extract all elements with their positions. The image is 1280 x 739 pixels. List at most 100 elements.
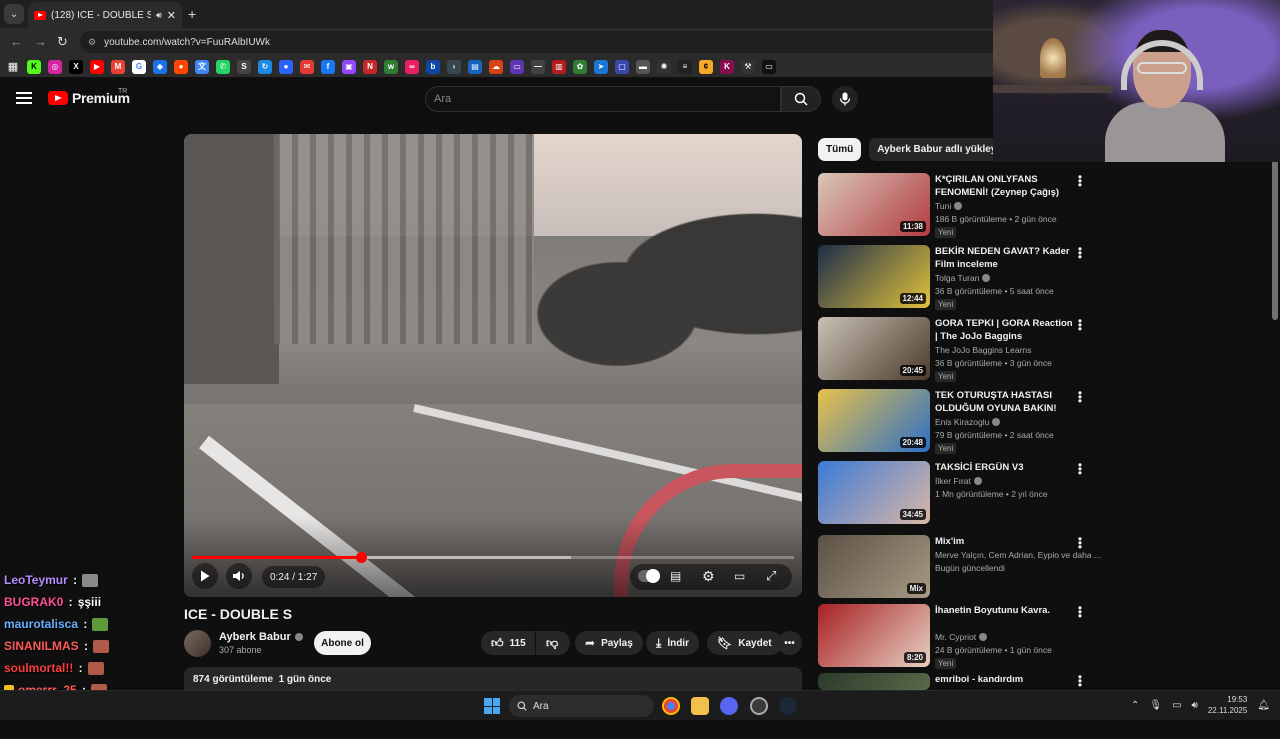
channel-avatar[interactable] [184, 630, 211, 657]
recommendation-thumbnail[interactable]: 12:44 [818, 245, 930, 308]
bookmark-drive-icon[interactable]: ◆ [153, 59, 167, 74]
recommendation-thumbnail[interactable]: 34:45 [818, 461, 930, 524]
more-vertical-icon[interactable]: • • • [1076, 459, 1084, 479]
search-input[interactable] [425, 86, 781, 112]
bookmark-link-icon[interactable]: ∞ [405, 59, 419, 74]
recommendation-title[interactable]: TAKSİCİ ERGÜN V3 [935, 461, 1077, 474]
bookmark-b-icon[interactable]: b [426, 59, 440, 74]
back-arrow-icon[interactable]: ← [10, 34, 23, 49]
download-button[interactable]: ⤓ İndir [646, 631, 699, 655]
recommendation-channel[interactable]: İlker Fırat [935, 476, 982, 486]
taskbar-clock[interactable]: 19:53 22.11.2025 [1208, 694, 1247, 716]
chip-all[interactable]: Tümü [818, 138, 862, 161]
url-field[interactable]: ⚙ youtube.com/watch?v=FuuRAlbIUWk [80, 31, 1000, 53]
bookmark-whatsapp-icon[interactable]: ✆ [216, 59, 230, 74]
fullscreen-icon[interactable]: ⤢ [766, 568, 776, 584]
settings-gear-icon[interactable]: ⚙ [702, 568, 715, 585]
tray-network-icon[interactable]: ▭ [1172, 700, 1181, 711]
video-player[interactable]: 0:24 / 1:27 ▤ ⚙ ▭ ⤢ [184, 134, 802, 597]
bookmark-facebook-icon[interactable]: f [321, 59, 335, 74]
new-tab-button[interactable]: + [188, 6, 196, 22]
recommendation-card[interactable]: 20:45 GORA TEPKI | GORA Reaction | The Jo… [818, 315, 1088, 383]
notification-bell-icon[interactable]: 🔔︎ [1257, 700, 1270, 711]
subtitles-icon[interactable]: ▤ [670, 569, 681, 583]
bookmark-circle-icon[interactable]: ● [279, 59, 293, 74]
recommendation-title[interactable]: K*ÇIRILAN ONLYFANS FENOMENİ! (Zeynep Çağ… [935, 173, 1077, 199]
more-vertical-icon[interactable]: • • • [1076, 315, 1084, 335]
bookmark-play-icon[interactable]: › [447, 59, 461, 74]
tab-close-icon[interactable]: ✕ [167, 9, 176, 22]
forward-arrow-icon[interactable]: → [34, 34, 47, 49]
bookmark-w-icon[interactable]: w [384, 59, 398, 74]
site-info-icon[interactable]: ⚙ [88, 37, 96, 48]
bookmark-misc-icon[interactable]: ▭ [762, 59, 776, 74]
bookmark-x-icon[interactable]: X [69, 59, 83, 74]
channel-name[interactable]: Ayberk Babur [219, 631, 303, 643]
bookmark-dash-icon[interactable]: — [531, 59, 545, 74]
like-button[interactable]: 👍︎ 115 [481, 631, 535, 655]
bookmark-k-icon[interactable]: K [720, 59, 734, 74]
recommendation-thumbnail[interactable]: Mix [818, 535, 930, 598]
bookmark-gmail-icon[interactable]: M [111, 59, 125, 74]
more-vertical-icon[interactable]: • • • [1076, 533, 1084, 553]
obs-app-icon[interactable] [750, 697, 768, 715]
recommendation-thumbnail[interactable]: 20:48 [818, 389, 930, 452]
volume-button[interactable] [226, 563, 252, 589]
bookmark-kick-icon[interactable]: K [27, 59, 41, 74]
discord-app-icon[interactable] [720, 697, 738, 715]
steam-app-icon[interactable] [779, 697, 797, 715]
bookmark-mail-icon[interactable]: ✉ [300, 59, 314, 74]
recommendation-thumbnail[interactable] [818, 673, 930, 690]
bookmark-bar-icon[interactable]: ▬ [636, 59, 650, 74]
bookmark-tool-icon[interactable]: ⚒ [741, 59, 755, 74]
recommendation-title[interactable]: GORA TEPKI | GORA Reaction | The JoJo Ba… [935, 317, 1077, 343]
recommendation-title[interactable]: emriboi - kandırdım [935, 673, 1077, 686]
recommendation-thumbnail[interactable]: 20:45 [818, 317, 930, 380]
bookmark-youtube-icon[interactable]: ▶ [90, 59, 104, 74]
bookmark-instagram-icon[interactable]: ◎ [48, 59, 62, 74]
tab-search-button[interactable]: ⌄ [4, 4, 24, 24]
recommendation-title[interactable]: BEKİR NEDEN GAVAT? Kader Film inceleme [935, 245, 1077, 271]
recommendation-thumbnail[interactable]: 11:38 [818, 173, 930, 236]
recommendation-title[interactable]: İhanetin Boyutunu Kavra. [935, 604, 1077, 617]
taskbar-search[interactable]: Ara [509, 695, 654, 717]
reload-icon[interactable]: ↻ [57, 34, 68, 50]
more-vertical-icon[interactable]: • • • [1076, 387, 1084, 407]
recommendation-title[interactable]: TEK OTURUŞTA HASTASI OLDUĞUM OYUNA BAKIN… [935, 389, 1077, 415]
subscribe-button[interactable]: Abone ol [314, 631, 371, 655]
recommendation-channel[interactable]: Mr. Cypriot [935, 632, 988, 642]
speaker-icon[interactable]: 🔊︎ [156, 10, 162, 21]
apps-grid-icon[interactable]: ▦ [6, 60, 20, 74]
recommendation-card[interactable]: 20:48 TEK OTURUŞTA HASTASI OLDUĞUM OYUNA … [818, 387, 1088, 455]
recommendation-channel[interactable]: Tuni [935, 201, 963, 211]
bookmark-arrow-icon[interactable]: ➤ [594, 59, 608, 74]
bookmark-coin-icon[interactable]: ¢ [699, 59, 713, 74]
recommendation-card[interactable]: Mix Mix'im • • • Merve Yalçın, Cem Adrian, Ey… [818, 533, 1101, 601]
share-button[interactable]: ➦ Paylaş [575, 631, 643, 655]
recommendation-card[interactable]: 12:44 BEKİR NEDEN GAVAT? Kader Film incel… [818, 243, 1088, 311]
tray-volume-icon[interactable]: 🔊︎ [1192, 700, 1198, 711]
more-vertical-icon[interactable]: • • • [1076, 602, 1084, 622]
bookmark-image-icon[interactable]: ▤ [468, 59, 482, 74]
progress-scrubber-handle[interactable] [355, 552, 367, 563]
bookmark-google-icon[interactable]: G [132, 59, 146, 74]
theater-mode-icon[interactable]: ▭ [734, 569, 745, 583]
bookmark-n-icon[interactable]: N [363, 59, 377, 74]
windows-start-icon[interactable] [484, 698, 500, 714]
tray-chevron-icon[interactable]: ⌃ [1131, 700, 1139, 711]
recommendation-title[interactable]: Mix'im [935, 535, 1077, 548]
tray-mic-icon[interactable]: 🎙︎ [1149, 700, 1162, 711]
voice-search-button[interactable] [832, 86, 858, 112]
chrome-app-icon[interactable] [662, 697, 680, 715]
recommendation-channel[interactable]: Enis Kirazoglu [935, 417, 1001, 427]
bookmark-twitch-icon[interactable]: ▣ [342, 59, 356, 74]
recommendation-card[interactable]: 8:20 İhanetin Boyutunu Kavra. • • • Mr. Cypri… [818, 602, 1088, 670]
more-vertical-icon[interactable]: • • • [1076, 671, 1084, 691]
autoplay-toggle[interactable] [638, 569, 660, 583]
more-vertical-icon[interactable]: • • • [1076, 171, 1084, 191]
browser-tab[interactable]: (128) ICE - DOUBLE S - YouTube 🔊︎ ✕ [28, 2, 182, 28]
bookmark-globe-icon[interactable]: ✺ [657, 59, 671, 74]
search-button[interactable] [781, 86, 821, 112]
bookmark-cloud-icon[interactable]: ☁ [489, 59, 503, 74]
recommendation-channel[interactable]: Tolga Turan [935, 273, 991, 283]
